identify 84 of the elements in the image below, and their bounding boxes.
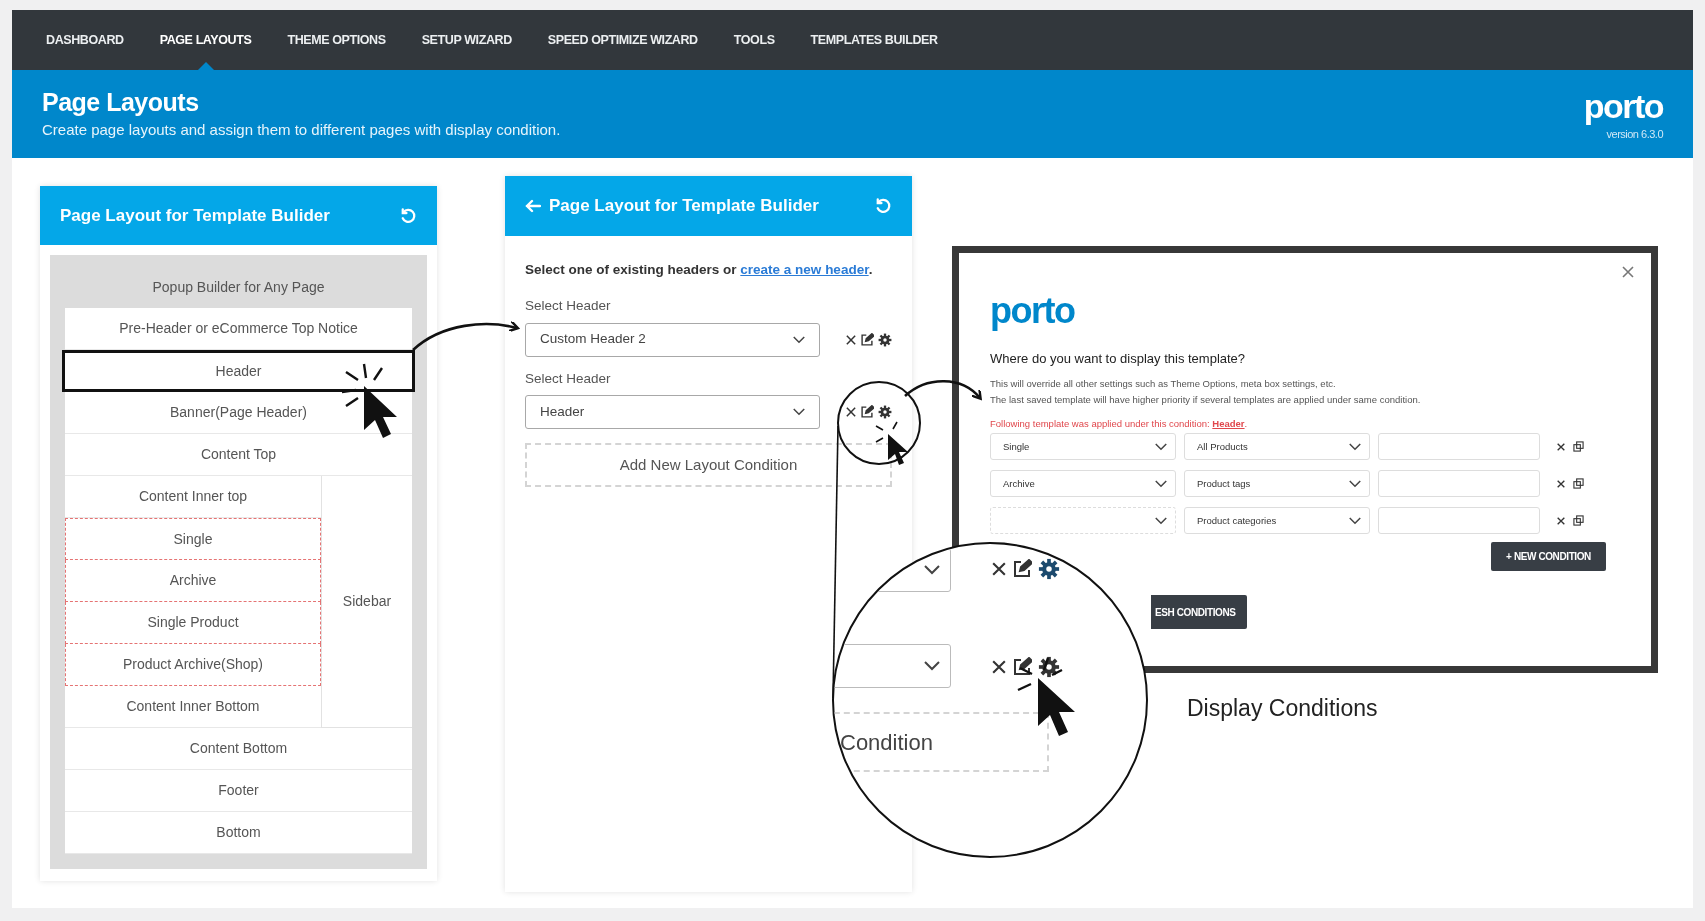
page-title: Page Layouts [42,86,200,117]
create-header-link[interactable]: create a new header [740,262,869,277]
condition-select[interactable]: Product tags [1184,470,1370,498]
pointer-click-icon [340,362,397,438]
condition-select[interactable]: Archive [990,470,1176,498]
edit-icon[interactable] [860,404,874,419]
panel-title: Page Layout for Template Bulider [60,204,330,227]
field-label: Select Header [525,297,612,316]
condition-select[interactable]: All Products [1184,433,1370,461]
layout-slot[interactable]: Archive [65,560,321,602]
warning-text: Following template was applied under this condition: Header. [990,417,1249,431]
reset-icon[interactable] [399,206,417,225]
dialog-note: The last saved template will have higher priority if several templates are applied under same condition. [990,392,1422,407]
edit-icon[interactable] [860,332,874,347]
chevron-down-icon [793,335,805,344]
chevron-down-icon [1155,516,1167,525]
layout-slot[interactable]: Content Inner top [65,476,321,518]
nav-tab[interactable]: SETUP WIZARD [421,10,512,70]
remove-icon[interactable] [1557,442,1565,451]
layout-slot[interactable]: Pre-Header or eCommerce Top Notice [65,308,412,350]
layout-slot[interactable]: Header [62,350,415,392]
chevron-down-icon [1155,479,1167,488]
chevron-down-icon [1349,479,1361,488]
chevron-down-icon [1349,516,1361,525]
settings-icon[interactable] [1038,656,1060,678]
template-link[interactable]: Header [1212,418,1245,429]
reset-icon[interactable] [874,197,892,215]
condition-input[interactable] [1378,433,1540,461]
logo: porto [1583,85,1663,126]
pointer-click-icon [875,421,908,465]
panel-title: Page Layout for Template Bulider [549,195,819,218]
close-icon[interactable] [992,660,1006,674]
chevron-down-icon [1155,442,1167,451]
header-select[interactable]: Header [525,394,820,429]
layout-slot[interactable]: Footer [65,770,412,812]
dialog-question: Where do you want to display this template? [990,350,1247,368]
layout-slot[interactable]: Bottom [65,812,412,854]
nav-tab[interactable]: TEMPLATES BUILDER [810,10,938,70]
nav-tab[interactable]: THEME OPTIONS [287,10,386,70]
nav-tab[interactable]: TOOLS [733,10,775,70]
new-condition-button[interactable]: + NEW CONDITION [1491,542,1606,572]
layout-slot[interactable]: Single [65,518,321,560]
add-condition-button[interactable]: Add New Layout Condition [525,442,892,487]
page-subtitle: Create page layouts and assign them to different pages with display condition. [42,119,561,140]
header-select[interactable]: Custom Header 2 [525,322,820,357]
remove-icon[interactable] [1557,516,1565,525]
layout-slot[interactable]: Banner(Page Header) [65,392,412,434]
layout-slot[interactable]: Product Archive(Shop) [65,644,321,686]
chevron-down-icon [1349,442,1361,451]
chevron-down-icon [793,407,805,416]
remove-icon[interactable] [1557,479,1565,488]
layout-slot[interactable]: Content Inner Bottom [65,686,321,728]
settings-icon[interactable] [1038,558,1060,580]
layout-slot[interactable]: Content Top [65,434,412,476]
chevron-down-icon [924,565,940,575]
copy-icon[interactable] [1573,441,1584,453]
layout-slot[interactable]: Popup Builder for Any Page [65,266,412,308]
settings-icon[interactable] [878,332,892,347]
nav-tab[interactable]: SPEED OPTIMIZE WIZARD [547,10,698,70]
refresh-conditions-button[interactable]: ESH CONDITIONS [1151,595,1247,629]
settings-icon[interactable] [878,404,892,419]
condition-input[interactable] [1378,470,1540,498]
edit-icon[interactable] [1012,657,1032,677]
dialog-note: This will override all other settings such as Theme Options, meta box settings, etc. [990,376,1337,391]
copy-icon[interactable] [1573,478,1584,490]
nav-tab[interactable]: DASHBOARD [46,10,124,70]
condition-select[interactable]: Single [990,433,1176,461]
remove-icon[interactable] [846,334,856,345]
sidebar-slot[interactable]: Sidebar [321,476,412,728]
close-icon[interactable] [992,562,1006,576]
chevron-down-icon [924,661,940,671]
layout-slot[interactable]: Content Bottom [65,728,412,770]
edit-icon[interactable] [1012,559,1032,579]
dialog-caption: Display Conditions [1187,694,1378,723]
remove-icon[interactable] [846,406,856,417]
copy-icon[interactable] [1573,515,1584,527]
layout-slot[interactable]: Single Product [65,602,321,644]
version-label: version 6.3.0 [1606,126,1663,142]
back-arrow-icon[interactable] [525,199,541,213]
field-label: Select Header [525,369,612,388]
condition-select[interactable]: Product categories [1184,507,1370,535]
intro-text: Select one of existing headers or create a new header. [525,261,874,279]
logo: porto [990,291,1076,331]
condition-input[interactable] [1378,507,1540,535]
